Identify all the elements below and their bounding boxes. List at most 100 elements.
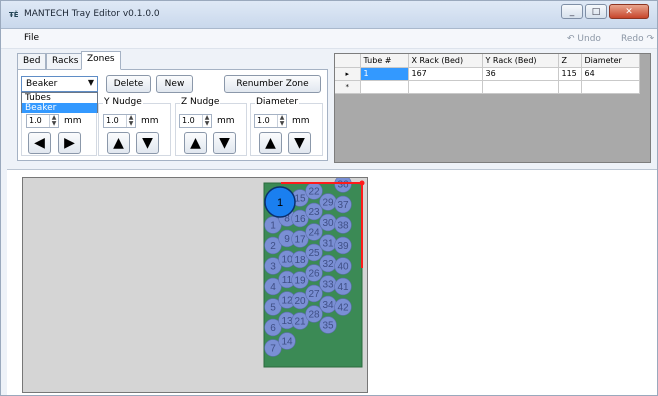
tube-34[interactable]: 34	[319, 295, 337, 314]
new-row[interactable]: *	[335, 80, 640, 94]
spinner-arrows-icon[interactable]: ▲ ▼	[277, 115, 286, 127]
arrow-right-icon: ▶	[64, 135, 75, 151]
spinner-arrows-icon[interactable]: ▲ ▼	[49, 115, 58, 127]
row-header-corner	[335, 54, 361, 68]
diameter-group: Diameter 1.0 ▲ ▼ mm ▲ ▼	[250, 97, 323, 156]
arrow-up-icon: ▲	[265, 135, 276, 151]
zone-option-tubes[interactable]: Tubes	[22, 93, 97, 103]
tube-33[interactable]: 33	[319, 275, 337, 293]
zone-option-beaker[interactable]: Beaker	[22, 103, 97, 113]
spinner-arrows-icon[interactable]: ▲ ▼	[202, 115, 211, 127]
nudge-up-button[interactable]: ▲	[107, 132, 130, 154]
tube-label: 26	[308, 269, 320, 280]
tube-label: 23	[308, 207, 320, 218]
column-header[interactable]: Diameter	[581, 54, 640, 68]
tube-41[interactable]: 41	[334, 277, 352, 296]
table-cell[interactable]: 36	[482, 67, 559, 81]
arrow-left-icon: ◀	[34, 135, 45, 151]
table-cell[interactable]	[482, 80, 559, 94]
tube-29[interactable]: 29	[319, 193, 337, 211]
table-cell[interactable]: 167	[408, 67, 483, 81]
tube-table: Tube # X Rack (Bed) Y Rack (Bed) Z Diame…	[335, 54, 640, 94]
tube-14[interactable]: 14	[278, 332, 296, 350]
undo-button[interactable]: ↶ Undo	[567, 34, 601, 44]
z-down-button[interactable]: ▼	[213, 132, 236, 154]
tube-label: 31	[322, 239, 334, 250]
tube-label: 36	[337, 180, 349, 191]
minimize-button[interactable]: _	[561, 4, 583, 19]
new-button[interactable]: New	[156, 75, 193, 93]
tab-bed[interactable]: Bed	[17, 53, 47, 70]
table-cell[interactable]	[558, 80, 582, 94]
table-cell[interactable]	[408, 80, 483, 94]
menu-file[interactable]: File	[24, 33, 39, 43]
tube-label: 35	[322, 321, 334, 332]
origin-marker-dot	[359, 180, 365, 186]
tube-label: 12	[281, 296, 293, 307]
nudge-left-button[interactable]: ◀	[28, 132, 51, 154]
arrow-up-icon: ▲	[113, 135, 124, 151]
table-cell[interactable]: 1	[360, 67, 409, 81]
tube-label: 19	[294, 276, 306, 287]
tube-42[interactable]: 42	[334, 298, 352, 316]
z-nudge-label: Z Nudge	[180, 97, 221, 107]
z-up-button[interactable]: ▲	[184, 132, 207, 154]
tube-27[interactable]: 27	[305, 284, 323, 303]
table-cell[interactable]: 115	[558, 67, 582, 81]
tube-40[interactable]: 40	[334, 257, 352, 275]
zone-select[interactable]: Beaker ▼	[21, 76, 98, 92]
column-header[interactable]: X Rack (Bed)	[408, 54, 483, 68]
bed-canvas[interactable]: 1 2 3 4 5 6 7 8 9 10 11 12 13 14 15 16 17 18 19 20 21 22 23 24 2…	[22, 177, 368, 393]
app-icon: ŦĔ	[9, 11, 19, 19]
tube-28[interactable]: 28	[305, 305, 323, 323]
x-nudge-spinner[interactable]: 1.0 ▲ ▼	[26, 114, 59, 128]
tube-label: 6	[270, 323, 276, 334]
tube-38[interactable]: 38	[334, 216, 352, 234]
spinner-arrows-icon[interactable]: ▲ ▼	[126, 115, 135, 127]
minimize-icon: _	[569, 7, 575, 17]
tube-25[interactable]: 25	[305, 243, 323, 262]
diameter-increase-button[interactable]: ▲	[259, 132, 282, 154]
close-button[interactable]: ✕	[609, 4, 649, 19]
row-marker-icon[interactable]: ▸	[335, 67, 361, 81]
diameter-decrease-button[interactable]: ▼	[288, 132, 311, 154]
delete-button[interactable]: Delete	[106, 75, 151, 93]
tube-22[interactable]: 22	[305, 182, 323, 200]
nudge-right-button[interactable]: ▶	[58, 132, 81, 154]
arrow-down-icon: ▼	[142, 135, 153, 151]
tube-35[interactable]: 35	[319, 316, 337, 334]
z-nudge-unit: mm	[217, 116, 235, 126]
tube-30[interactable]: 30	[319, 213, 337, 232]
tube-label: 13	[281, 316, 293, 327]
y-nudge-group: Y Nudge 1.0 ▲ ▼ mm ▲ ▼	[98, 97, 171, 156]
tab-racks[interactable]: Racks	[46, 53, 85, 70]
y-nudge-spinner[interactable]: 1.0 ▲ ▼	[103, 114, 136, 128]
tube-label: 1	[270, 221, 276, 232]
column-header[interactable]: Tube #	[360, 54, 409, 68]
tube-26[interactable]: 26	[305, 264, 323, 282]
maximize-button[interactable]: □	[585, 4, 607, 19]
tube-31[interactable]: 31	[319, 234, 337, 252]
renumber-zone-button[interactable]: Renumber Zone	[224, 75, 321, 93]
nudge-down-button[interactable]: ▼	[136, 132, 159, 154]
tube-label: 20	[294, 296, 306, 307]
column-header[interactable]: Y Rack (Bed)	[482, 54, 559, 68]
tube-23[interactable]: 23	[305, 202, 323, 221]
table-row[interactable]: ▸ 1 167 36 115 64	[335, 67, 640, 81]
zone-dropdown-list: Tubes Beaker	[21, 92, 98, 113]
table-cell[interactable]	[581, 80, 640, 94]
tube-32[interactable]: 32	[319, 254, 337, 273]
diameter-spinner[interactable]: 1.0 ▲ ▼	[254, 114, 287, 128]
selected-beaker[interactable]: 1	[264, 186, 296, 218]
redo-button[interactable]: Redo ↷	[621, 34, 654, 44]
table-cell[interactable]: 64	[581, 67, 640, 81]
tube-37[interactable]: 37	[334, 195, 352, 214]
tube-39[interactable]: 39	[334, 236, 352, 255]
rack-drawing[interactable]: 1234567891011121314151617181920212223242…	[23, 178, 369, 394]
tab-zones[interactable]: Zones	[81, 51, 121, 70]
table-cell[interactable]	[360, 80, 409, 94]
tube-36[interactable]: 36	[334, 178, 352, 193]
column-header[interactable]: Z	[558, 54, 582, 68]
tube-24[interactable]: 24	[305, 223, 323, 241]
z-nudge-spinner[interactable]: 1.0 ▲ ▼	[179, 114, 212, 128]
